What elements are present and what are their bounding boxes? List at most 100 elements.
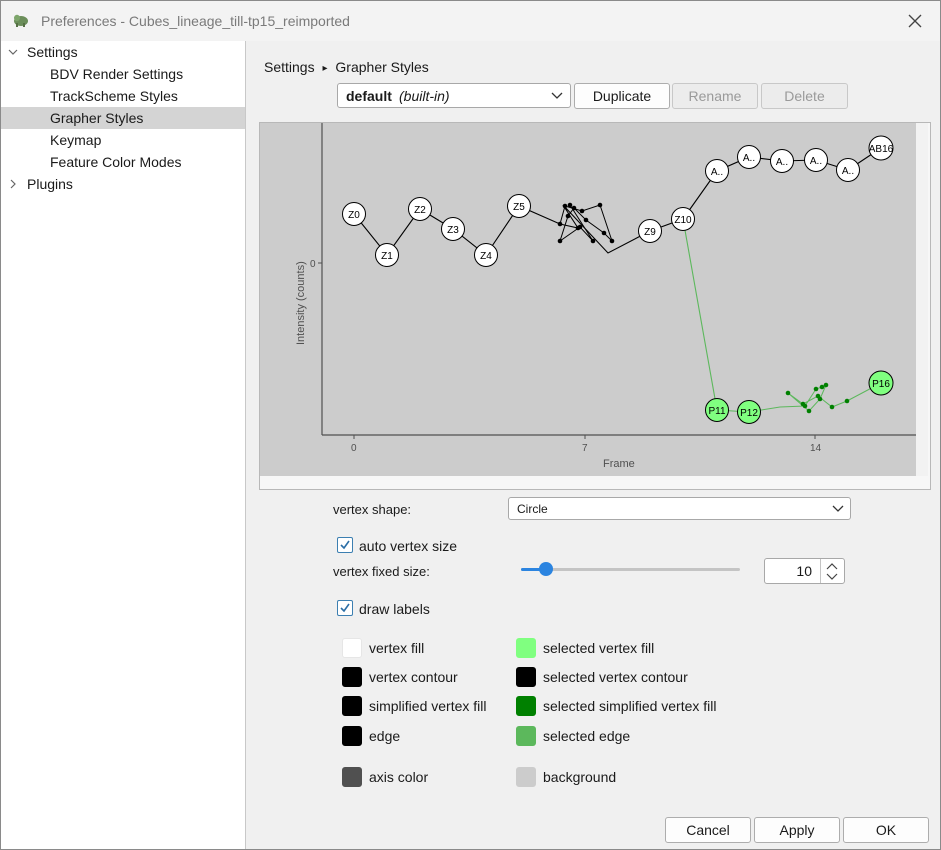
color-swatch[interactable] [516,696,536,716]
svg-text:A..: A.. [810,156,822,167]
spin-up-icon[interactable] [826,562,838,570]
plot-background [260,123,916,476]
color-swatch[interactable] [342,696,362,716]
chevron-right-icon[interactable] [8,179,18,189]
tree-item-grapher-styles[interactable]: Grapher Styles [1,107,245,129]
tree-item-bdv-render-settings[interactable]: BDV Render Settings [1,63,245,85]
settings-tree: Settings BDV Render Settings TrackScheme… [1,41,246,849]
x-tick-label: 14 [810,443,822,454]
vertex-shape-label: vertex shape: [333,502,412,517]
color-label: selected edge [543,728,631,744]
color-swatch[interactable] [516,767,536,787]
tree-item-label: BDV Render Settings [50,66,184,82]
chevron-down-icon [551,92,563,99]
tree-item-settings[interactable]: Settings [1,41,245,63]
duplicate-button[interactable]: Duplicate [574,83,670,109]
vertex[interactable]: Z0 [342,202,366,226]
vertex[interactable]: Z2 [408,197,432,221]
vertex[interactable]: Z4 [474,243,498,267]
tree-item-trackscheme-styles[interactable]: TrackScheme Styles [1,85,245,107]
color-swatch[interactable] [516,726,536,746]
ok-button[interactable]: OK [843,817,929,843]
color-swatch[interactable] [342,638,362,658]
vertex-fixed-size-label: vertex fixed size: [333,564,430,579]
color-label: axis color [369,769,429,785]
selected-vertex[interactable]: P11 [705,398,729,422]
vertex[interactable]: A.. [770,149,794,173]
svg-text:Z4: Z4 [480,251,492,262]
svg-text:Z10: Z10 [674,215,692,226]
tree-item-label: TrackScheme Styles [50,88,178,104]
color-swatch[interactable] [342,667,362,687]
color-label: simplified vertex fill [369,698,487,714]
preferences-window: Preferences - Cubes_lineage_till-tp15_re… [0,0,941,850]
svg-text:P12: P12 [740,408,758,419]
tree-item-label: Settings [27,44,78,60]
draw-labels-checkbox[interactable] [337,600,353,616]
selected-vertex[interactable]: P12 [737,400,761,424]
color-swatch[interactable] [516,667,536,687]
vertex[interactable]: A.. [705,159,729,183]
chevron-down-icon[interactable] [8,47,18,57]
breadcrumb: Settings ▸ Grapher Styles [264,59,429,75]
tree-item-label: Feature Color Modes [50,154,182,170]
style-name: default [346,88,392,104]
cancel-button[interactable]: Cancel [665,817,751,843]
vertex[interactable]: A.. [836,158,860,182]
color-label: selected simplified vertex fill [543,698,717,714]
vertex[interactable]: A.. [737,145,761,169]
plot-scrollbar[interactable] [916,123,928,476]
spinner-divider [820,559,821,583]
x-tick-label: 7 [582,443,588,454]
vertex-size-slider[interactable] [521,561,740,577]
vertex-shape-select[interactable]: Circle [508,497,851,520]
app-elephant-icon [14,14,28,27]
tree-item-label: Plugins [27,176,73,192]
svg-text:Z2: Z2 [414,205,426,216]
breadcrumb-current: Grapher Styles [335,59,429,75]
vertex-size-value[interactable]: 10 [796,563,812,579]
svg-text:Z1: Z1 [381,251,393,262]
vertex[interactable]: AB16 [868,135,894,161]
auto-vertex-size-checkbox[interactable] [337,537,353,553]
svg-text:Z9: Z9 [644,227,656,238]
apply-button[interactable]: Apply [754,817,840,843]
color-label: background [543,769,617,785]
vertex[interactable]: A.. [804,148,828,172]
slider-thumb[interactable] [539,562,553,576]
svg-text:AB16: AB16 [869,144,894,155]
color-label: edge [369,728,401,744]
vertex[interactable]: Z5 [507,194,531,218]
x-axis-label: Frame [603,458,635,470]
tree-item-feature-color-modes[interactable]: Feature Color Modes [1,151,245,173]
vertex[interactable]: Z10 [671,207,695,231]
style-suffix: (built-in) [399,88,450,104]
rename-button[interactable]: Rename [672,83,758,109]
color-swatch[interactable] [516,638,536,658]
close-icon[interactable] [904,10,926,32]
y-axis-label: Intensity (counts) [295,261,307,345]
vertex-shape-value: Circle [517,502,548,516]
color-swatch[interactable] [342,726,362,746]
style-selector[interactable]: default (built-in) [337,83,571,108]
color-label: selected vertex fill [543,640,655,656]
color-label: selected vertex contour [543,669,688,685]
content-panel: Settings ▸ Grapher Styles default (built… [246,41,940,809]
y-tick-label: 0 [310,259,316,270]
selected-vertex[interactable]: P16 [868,370,894,396]
vertex-size-spinner[interactable]: 10 [764,558,845,584]
auto-vertex-size-label: auto vertex size [359,538,458,554]
tree-item-keymap[interactable]: Keymap [1,129,245,151]
tree-item-plugins[interactable]: Plugins [1,173,245,195]
x-tick-label: 0 [351,443,357,454]
color-label: vertex fill [369,640,425,656]
vertex[interactable]: Z1 [375,243,399,267]
vertex[interactable]: Z9 [638,219,662,243]
delete-button[interactable]: Delete [761,83,848,109]
vertex[interactable]: Z3 [441,217,465,241]
svg-text:A..: A.. [711,167,723,178]
spin-down-icon[interactable] [826,573,838,581]
checkmark-icon [340,540,350,550]
color-swatch[interactable] [342,767,362,787]
chevron-down-icon [832,505,844,512]
